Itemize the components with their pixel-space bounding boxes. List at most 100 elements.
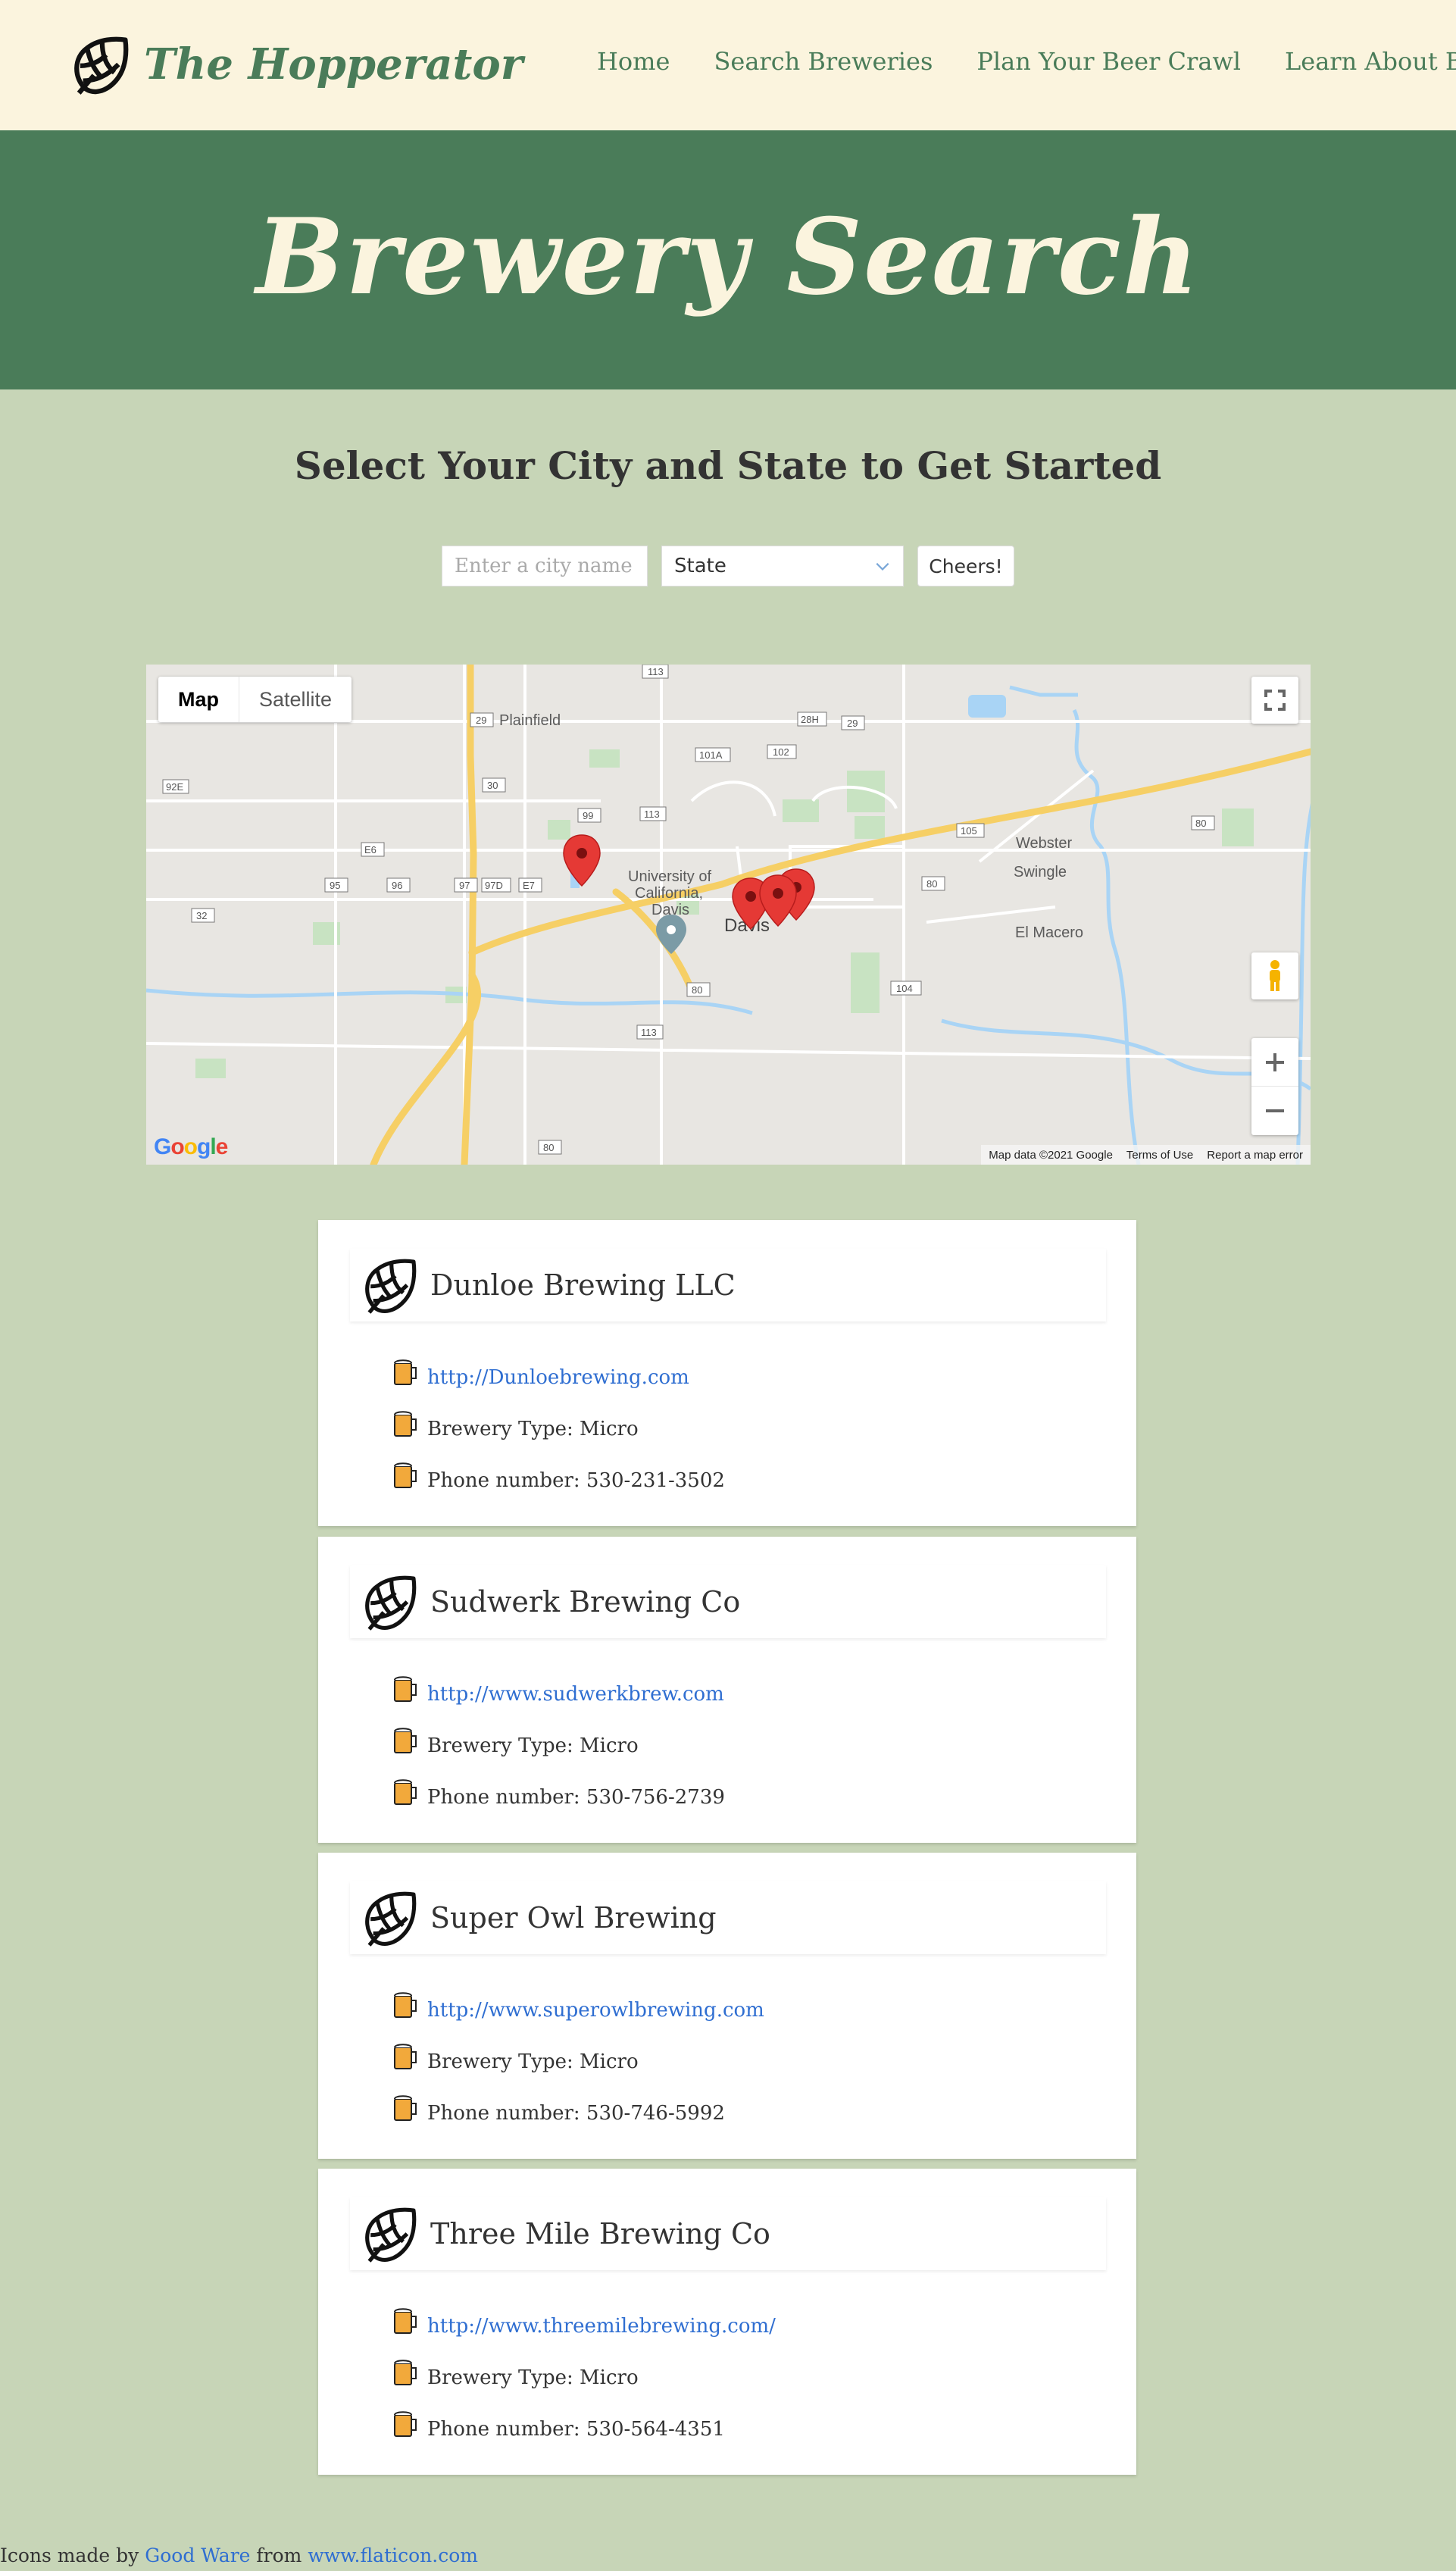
nav-link-learn-about-beer[interactable]: Learn About Beer <box>1285 47 1456 76</box>
brewery-name: Super Owl Brewing <box>430 1901 717 1935</box>
list-item: Brewery Type: Micro <box>392 1403 725 1455</box>
map[interactable]: 113 29 28H 29 101A 102 92E 30 99 113 105… <box>146 665 1311 1165</box>
plus-icon <box>1266 1052 1284 1071</box>
report-map-error-link[interactable]: Report a map error <box>1207 1149 1303 1162</box>
list-item: Phone number: 530-756-2739 <box>392 1772 725 1823</box>
nav-links: Home Search Breweries Plan Your Beer Cra… <box>597 47 1456 76</box>
cheers-button[interactable]: Cheers! <box>917 546 1014 586</box>
search-heading: Select Your City and State to Get Starte… <box>294 443 1162 488</box>
list-item: Brewery Type: Micro <box>392 2352 776 2404</box>
road-shield: 80 <box>1195 818 1206 829</box>
brewery-name: Dunloe Brewing LLC <box>430 1268 736 1302</box>
brewery-type: Brewery Type: Micro <box>427 1418 639 1440</box>
list-item: http://www.sudwerkbrew.com <box>392 1669 725 1720</box>
brewery-details: http://www.threemilebrewing.com/ Brewery… <box>392 2300 776 2455</box>
search-form: State Cheers! <box>442 546 1014 586</box>
road-shield: 29 <box>847 718 858 729</box>
icon-author-link[interactable]: Good Ware <box>145 2544 250 2566</box>
map-attribution: Map data ©2021 Google Terms of Use Repor… <box>981 1145 1311 1165</box>
hop-icon <box>365 1891 417 1947</box>
beer-mug-icon <box>394 2360 417 2385</box>
road-shield: 92E <box>166 781 183 793</box>
road-shield: 28H <box>801 714 819 725</box>
brewery-website-link[interactable]: http://www.sudwerkbrew.com <box>427 1683 724 1706</box>
brewery-website-link[interactable]: http://Dunloebrewing.com <box>427 1366 689 1389</box>
brewery-name: Three Mile Brewing Co <box>430 2217 770 2250</box>
road-shield: 102 <box>773 746 789 758</box>
brewery-card-header: Sudwerk Brewing Co <box>350 1565 1106 1638</box>
beer-mug-icon <box>394 1676 417 1702</box>
brewery-card-header: Dunloe Brewing LLC <box>350 1249 1106 1321</box>
zoom-out-button[interactable] <box>1251 1087 1298 1135</box>
brand[interactable]: The Hopperator <box>67 30 523 99</box>
beer-mug-icon <box>394 2044 417 2069</box>
list-item: Phone number: 530-564-4351 <box>392 2404 776 2455</box>
brewery-card-header: Three Mile Brewing Co <box>350 2197 1106 2270</box>
road-shield: 99 <box>583 810 593 821</box>
road-shield: 104 <box>896 983 913 994</box>
road-shield: 30 <box>487 780 498 791</box>
pegman-icon <box>1270 960 1280 991</box>
google-logo[interactable]: Google <box>154 1134 228 1160</box>
fullscreen-icon <box>1264 690 1286 711</box>
fullscreen-button[interactable] <box>1251 677 1298 724</box>
footer-mid: from <box>256 2544 302 2566</box>
road-shield: 96 <box>392 880 402 891</box>
beer-mug-icon <box>394 1359 417 1385</box>
beer-mug-icon <box>394 1462 417 1488</box>
nav-link-plan-beer-crawl[interactable]: Plan Your Beer Crawl <box>976 47 1241 76</box>
page-title: Brewery Search <box>255 194 1201 318</box>
road-shield: 80 <box>543 1142 554 1153</box>
road-shield: 105 <box>961 825 977 837</box>
brewery-card: Super Owl Brewing http://www.superowlbre… <box>318 1853 1136 2159</box>
list-item: http://www.threemilebrewing.com/ <box>392 2300 776 2352</box>
brewery-name: Sudwerk Brewing Co <box>430 1585 741 1619</box>
road-shield: 101A <box>699 749 723 761</box>
list-item: Brewery Type: Micro <box>392 1720 725 1772</box>
map-tiles[interactable]: 113 29 28H 29 101A 102 92E 30 99 113 105… <box>146 665 1311 1165</box>
hop-icon <box>365 1259 417 1314</box>
hop-icon <box>365 1575 417 1631</box>
chevron-down-icon <box>876 562 889 571</box>
brewery-website-link[interactable]: http://www.superowlbrewing.com <box>427 1999 764 2022</box>
brewery-website-link[interactable]: http://www.threemilebrewing.com/ <box>427 2315 776 2338</box>
beer-mug-icon <box>394 1728 417 1753</box>
hop-icon <box>365 2207 417 2263</box>
state-select[interactable]: State <box>661 546 904 586</box>
road-shield: 97D <box>485 880 503 891</box>
brewery-phone: Phone number: 530-231-3502 <box>427 1469 725 1492</box>
road-shield: 80 <box>692 984 702 996</box>
map-type-map-button[interactable]: Map <box>158 677 239 722</box>
footer-credits: Icons made by Good Ware from www.flatico… <box>0 2544 478 2566</box>
brewery-type: Brewery Type: Micro <box>427 2366 639 2389</box>
beer-mug-icon <box>394 1411 417 1437</box>
map-type-satellite-button[interactable]: Satellite <box>239 677 352 722</box>
brewery-phone: Phone number: 530-746-5992 <box>427 2102 725 2125</box>
beer-mug-icon <box>394 2308 417 2334</box>
road-shield: 113 <box>648 666 664 677</box>
city-input[interactable] <box>442 546 648 586</box>
list-item: Phone number: 530-746-5992 <box>392 2088 764 2139</box>
hero-banner: Brewery Search <box>0 130 1456 389</box>
beer-mug-icon <box>394 2095 417 2121</box>
list-item: http://www.superowlbrewing.com <box>392 1985 764 2036</box>
nav-link-search-breweries[interactable]: Search Breweries <box>714 47 933 76</box>
list-item: Brewery Type: Micro <box>392 2036 764 2088</box>
map-label-university: California, <box>635 885 703 902</box>
state-select-value: State <box>674 555 726 577</box>
street-view-button[interactable] <box>1251 952 1298 999</box>
navbar: The Hopperator Home Search Breweries Pla… <box>0 0 1456 130</box>
road-shield: 113 <box>641 1027 657 1038</box>
road-shield: 113 <box>644 809 660 820</box>
flaticon-link[interactable]: www.flaticon.com <box>308 2544 478 2566</box>
zoom-in-button[interactable] <box>1251 1038 1298 1087</box>
road-shield: 29 <box>476 715 486 726</box>
nav-link-home[interactable]: Home <box>597 47 670 76</box>
road-shield: E7 <box>523 880 535 891</box>
terms-of-use-link[interactable]: Terms of Use <box>1126 1149 1193 1162</box>
list-item: Phone number: 530-231-3502 <box>392 1455 725 1506</box>
road-shield: 97 <box>459 880 470 891</box>
road-shield: 95 <box>330 880 340 891</box>
brand-name: The Hopperator <box>144 39 523 89</box>
map-data-attribution: Map data ©2021 Google <box>989 1148 1113 1162</box>
